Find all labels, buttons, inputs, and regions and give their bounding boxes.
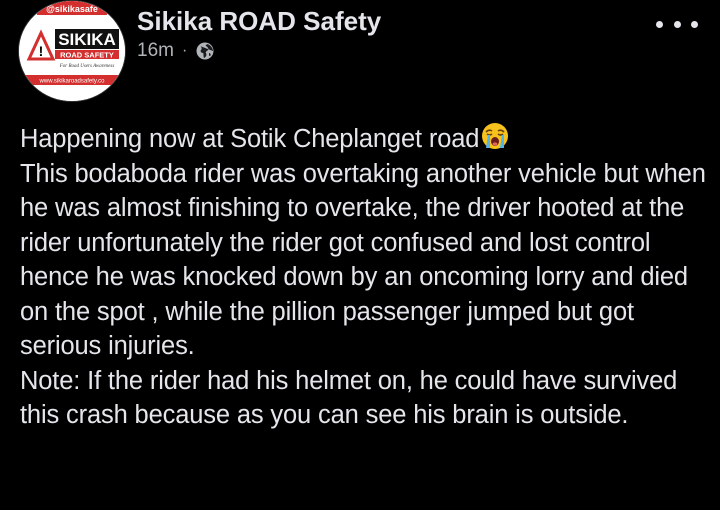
page-name[interactable]: Sikika ROAD Safety <box>137 6 381 37</box>
avatar-tagline: For Road Users Awareness <box>59 64 115 69</box>
globe-icon[interactable] <box>195 41 215 61</box>
facebook-post: @sikikasafe ! SIKIKA ROAD SAFETY For Roa… <box>0 0 720 510</box>
more-options-button[interactable] <box>656 10 698 38</box>
post-timestamp[interactable]: 16m <box>137 40 174 62</box>
post-body: Happening now at Sotik Cheplanget road T… <box>20 121 710 433</box>
avatar-website: www.sikikaroadsafety.co <box>39 79 106 85</box>
sikika-logo: @sikikasafe ! SIKIKA ROAD SAFETY For Roa… <box>19 1 125 101</box>
avatar-brand: SIKIKA <box>58 30 116 49</box>
loudly-crying-face-icon <box>482 123 509 149</box>
post-paragraph-1: This bodaboda rider was overtaking anoth… <box>20 159 706 361</box>
more-dot <box>673 20 681 28</box>
post-headline: Happening now at Sotik Cheplanget road <box>20 125 480 153</box>
more-dot <box>691 20 698 28</box>
svg-text:!: ! <box>39 43 44 59</box>
avatar-handle: @sikikasafe <box>46 4 98 14</box>
more-dot <box>656 20 663 28</box>
post-line-1: Happening now at Sotik Cheplanget road <box>20 121 710 157</box>
meta-separator: · <box>181 42 188 59</box>
post-meta: 16m · <box>137 40 215 62</box>
post-paragraph-2: Note: If the rider had his helmet on, he… <box>20 366 678 430</box>
avatar-subtitle: ROAD SAFETY <box>60 51 114 60</box>
page-avatar[interactable]: @sikikasafe ! SIKIKA ROAD SAFETY For Roa… <box>18 0 126 102</box>
